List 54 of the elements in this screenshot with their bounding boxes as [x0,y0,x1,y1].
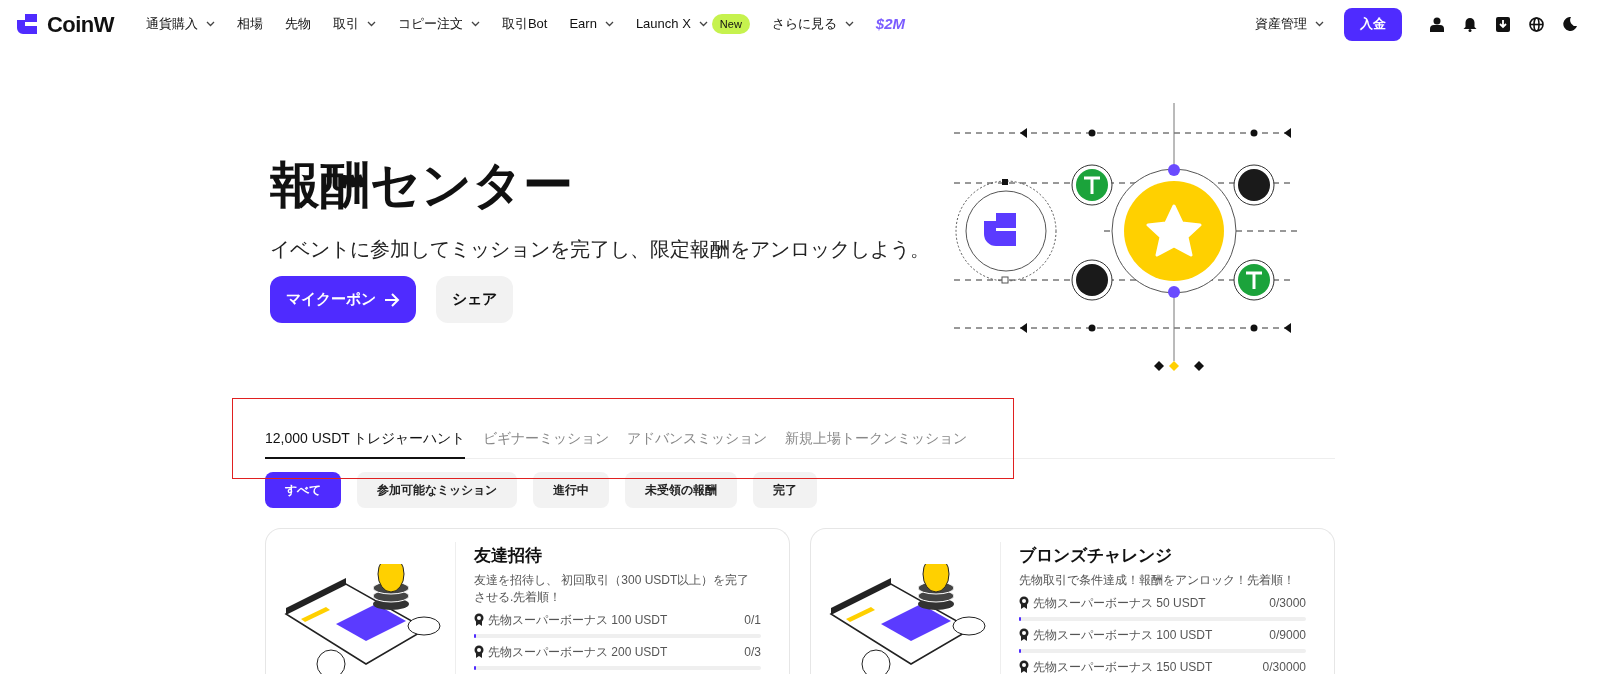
nav-link[interactable]: 先物 [284,14,311,34]
logo-icon [15,12,39,36]
mission-tab[interactable]: アドバンスミッション [627,424,768,459]
reward-label: 先物スーパーボーナス 100 USDT [488,611,668,629]
share-button[interactable]: シェア [436,276,513,323]
award-icon [1019,628,1029,641]
reward-count: 0/3000 [1269,594,1306,612]
reward-count: 0/3 [744,643,761,661]
nav-link[interactable]: コピー注文 [397,14,463,34]
mission-title: 友達招待 [474,545,543,567]
reward-count: 0/1 [744,611,761,629]
asset-menu[interactable]: 資産管理 [1255,14,1324,34]
reward-label: 先物スーパーボーナス 50 USDT [1033,594,1206,612]
filter-chip[interactable]: 未受領の報酬 [625,472,737,508]
nav-link[interactable]: 取引 [332,14,359,34]
filter-chip[interactable]: 完了 [753,472,817,508]
download-icon[interactable] [1496,16,1510,32]
award-icon [474,613,484,626]
deposit-button[interactable]: 入金 [1344,7,1402,41]
award-icon [1019,660,1029,673]
award-icon [1019,596,1029,609]
reward-label: 先物スーパーボーナス 100 USDT [1033,626,1213,644]
nav-link[interactable]: さらに見る [771,14,837,34]
bell-icon[interactable] [1463,16,1477,32]
filter-chip[interactable]: 進行中 [533,472,609,508]
logo-text[interactable]: CoinW [47,7,114,41]
reward-label: 先物スーパーボーナス 150 USDT [1033,658,1213,674]
page-subtitle: イベントに参加してミッションを完了し、限定報酬をアンロックしよう。 [270,237,931,262]
new-badge: New [711,13,750,35]
arrow-right-icon [384,292,400,307]
reward-label: 先物スーパーボーナス 200 USDT [488,643,668,661]
filter-chip[interactable]: 参加可能なミッション [357,472,517,508]
mission-tab[interactable]: 12,000 USDT トレジャーハント [265,424,466,459]
nav-link[interactable]: 取引Bot [501,14,548,34]
mission-description: 先物取引で条件達成！報酬をアンロック！先着順！ [1019,571,1296,589]
globe-icon[interactable] [1529,16,1544,32]
nav-link[interactable]: 通貨購入 [145,14,198,34]
moon-icon[interactable] [1563,17,1577,31]
award-icon [474,645,484,658]
user-icon[interactable] [1430,16,1444,32]
reward-count: 0/9000 [1269,626,1306,644]
filter-chip[interactable]: すべて [265,472,341,508]
reward-count: 0/30000 [1262,658,1306,674]
coupon-button[interactable]: マイクーポン [270,276,416,323]
nav-link[interactable]: 相場 [236,14,263,34]
promo-link[interactable]: $2M [875,12,906,36]
chevron-down-icon [1315,21,1324,27]
mission-tab[interactable]: ビギナーミッション [483,424,610,459]
mission-title: ブロンズチャレンジ [1019,545,1173,567]
mission-description: 友達を招待し、 初回取引（300 USDT以上）を完了させる.先着順！ [474,571,751,606]
mission-tab[interactable]: 新規上場トークンミッション [785,424,968,459]
nav-link[interactable]: Launch X [635,14,691,34]
page-title: 報酬センター [270,160,574,210]
nav-link[interactable]: Earn [569,14,597,34]
